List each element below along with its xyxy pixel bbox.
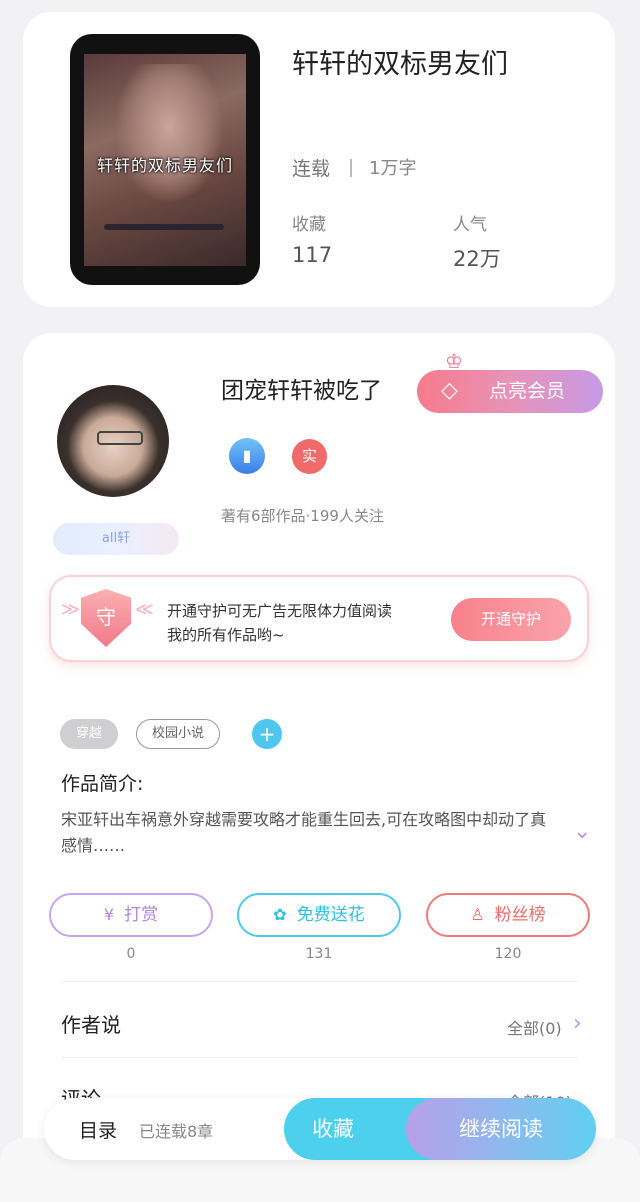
flower-count: 131 [305, 946, 333, 962]
chevron-right-icon[interactable]: › [573, 1011, 582, 1036]
book-info-card: 轩轩的双标男友们 轩轩的双标男友们 连载 1万字 收藏 117 人气 22万 [23, 12, 615, 307]
author-avatar[interactable] [57, 385, 169, 497]
book-cover[interactable]: 轩轩的双标男友们 [70, 34, 260, 285]
intro-text: 宋亚轩出车祸意外穿越需要攻略才能重生回去,可在攻略图中却动了真感情…… [61, 810, 547, 855]
toc-button[interactable]: 目录 [79, 1116, 117, 1143]
wing-icon: ≪ [135, 599, 154, 620]
guard-line-2: 我的所有作品哟~ [167, 626, 285, 644]
avatar-tag: all轩 [53, 523, 179, 555]
popularity-value: 22万 [453, 247, 501, 271]
fans-ranking-label: 粉丝榜 [494, 905, 546, 925]
divider [61, 1057, 577, 1058]
bottom-action-bar: 目录 已连载8章 收藏 继续阅读 [44, 1098, 596, 1160]
continue-reading-button[interactable]: 继续阅读 [406, 1098, 596, 1160]
author-says-link[interactable]: 全部(0) [507, 1015, 562, 1039]
cover-title-text: 轩轩的双标男友们 [96, 156, 233, 175]
tip-button[interactable]: ¥ 打赏 [49, 893, 213, 937]
real-name-badge: 实 [292, 439, 327, 474]
chapter-status: 已连载8章 [139, 1122, 214, 1141]
author-stats: 著有6部作品·199人关注 [221, 507, 384, 525]
book-status: 连载 [292, 158, 331, 180]
collect-value: 117 [292, 243, 333, 267]
send-flower-button[interactable]: ✿ 免费送花 [237, 893, 401, 937]
tip-label: 打赏 [124, 905, 159, 925]
yen-icon: ¥ [103, 905, 115, 924]
tag-chip[interactable]: 穿越 [60, 719, 118, 749]
add-tag-button[interactable]: + [252, 719, 282, 749]
collect-label: 收藏 [292, 215, 326, 235]
vip-button[interactable]: ◇ 点亮会员 [417, 370, 603, 413]
divider [61, 981, 577, 982]
level-badge-icon: ▮ [229, 438, 265, 474]
open-guard-button[interactable]: 开通守护 [451, 598, 571, 641]
diamond-icon: ◇ [441, 378, 458, 403]
guard-promo: ≫ 守 ≪ 开通守护可无广告无限体力值阅读 我的所有作品哟~ 开通守护 [49, 575, 589, 662]
fans-count: 120 [494, 946, 522, 962]
guard-description: 开通守护可无广告无限体力值阅读 我的所有作品哟~ [167, 599, 392, 647]
author-says-title: 作者说 [61, 1013, 121, 1037]
flower-icon: ✿ [273, 905, 287, 924]
fans-ranking-button[interactable]: ♙ 粉丝榜 [426, 893, 590, 937]
vip-button-label: 点亮会员 [489, 380, 566, 402]
guard-line-1: 开通守护可无广告无限体力值阅读 [167, 602, 393, 620]
author-name[interactable]: 团宠轩轩被吃了 [221, 371, 382, 405]
wing-icon: ≫ [61, 599, 80, 620]
fans-icon: ♙ [470, 905, 485, 924]
popularity-label: 人气 [453, 215, 487, 235]
chevron-down-icon[interactable]: ⌄ [573, 819, 591, 844]
book-title: 轩轩的双标男友们 [292, 49, 508, 80]
tag-chip[interactable]: 校园小说 [136, 719, 220, 749]
divider [350, 159, 352, 177]
book-word-count: 1万字 [369, 158, 417, 179]
intro-title: 作品简介: [61, 773, 144, 795]
tip-count: 0 [126, 946, 136, 962]
author-detail-card: all轩 团宠轩轩被吃了 ♔ ◇ 点亮会员 ▮ 实 著有6部作品·199人关注 … [23, 333, 615, 1202]
send-flower-label: 免费送花 [296, 905, 365, 925]
guard-shield-icon: 守 [81, 589, 131, 647]
